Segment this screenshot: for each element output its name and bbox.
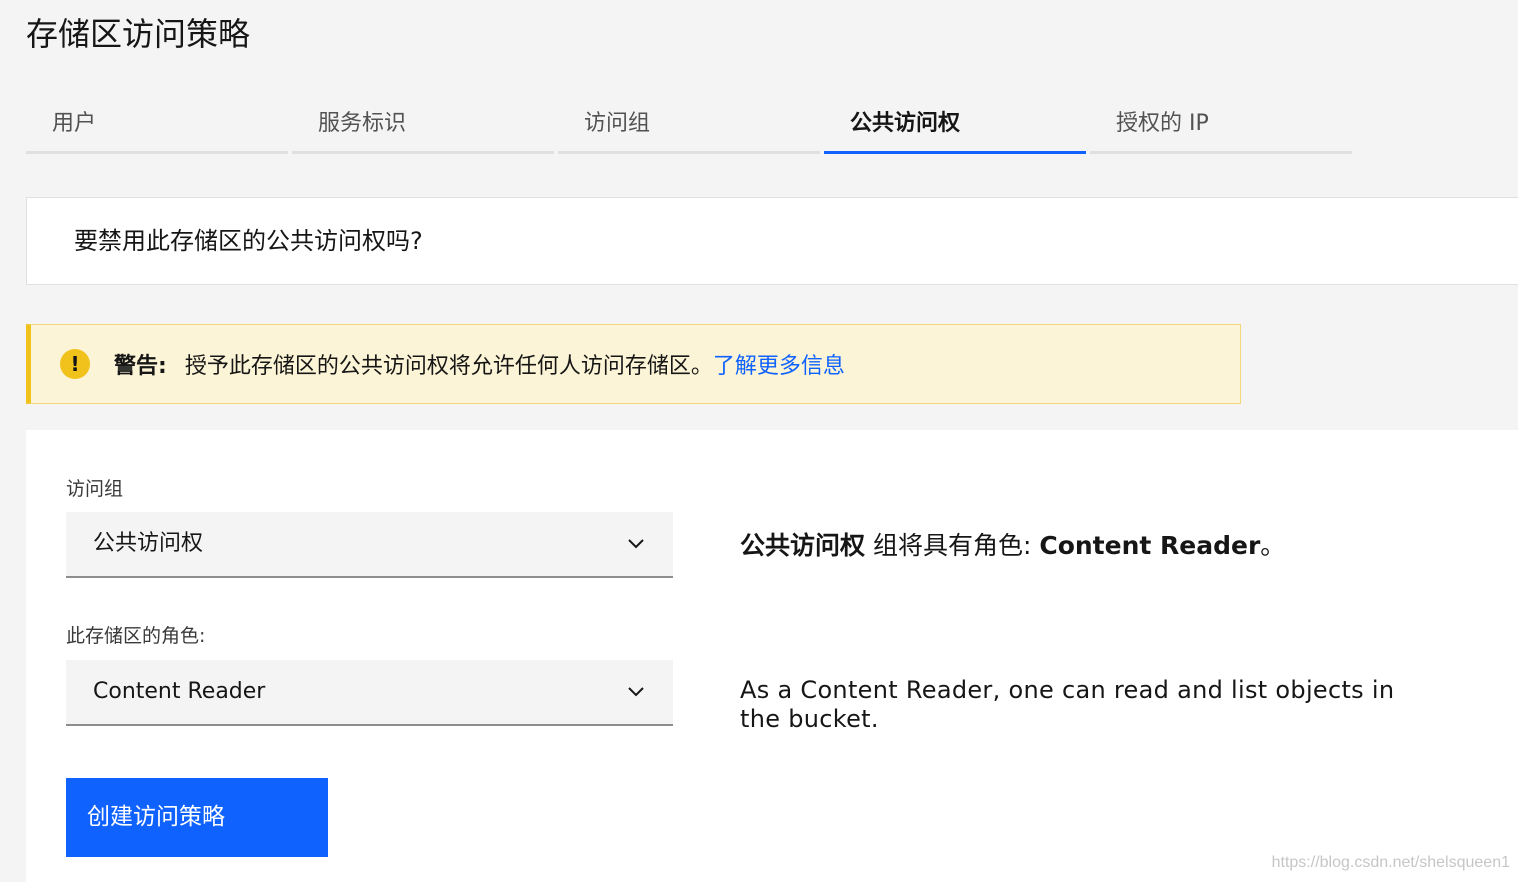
question-text: 要禁用此存储区的公共访问权吗? bbox=[74, 227, 423, 255]
tab-access-groups[interactable]: 访问组 bbox=[558, 96, 820, 154]
group-role-description: 公共访问权 组将具有角色: Content Reader。 bbox=[740, 526, 1285, 562]
bucket-role-select[interactable]: Content Reader bbox=[66, 660, 673, 726]
bucket-role-value: Content Reader bbox=[93, 679, 266, 704]
group-desc-text: 组将具有角色: bbox=[865, 531, 1040, 560]
page-title: 存储区访问策略 bbox=[26, 15, 251, 53]
warning-notification: ! 警告: 授予此存储区的公共访问权将允许任何人访问存储区。 了解更多信息 bbox=[26, 324, 1241, 404]
chevron-down-icon bbox=[628, 539, 644, 549]
tab-public-access[interactable]: 公共访问权 bbox=[824, 96, 1086, 154]
tab-bar: 用户 服务标识 访问组 公共访问权 授权的 IP bbox=[26, 96, 1352, 154]
create-access-policy-button[interactable]: 创建访问策略 bbox=[66, 778, 328, 857]
watermark: https://blog.csdn.net/shelsqueen1 bbox=[1271, 854, 1510, 871]
access-group-label: 访问组 bbox=[66, 478, 124, 500]
tab-users[interactable]: 用户 bbox=[26, 96, 288, 154]
tab-service-ids[interactable]: 服务标识 bbox=[292, 96, 554, 154]
learn-more-link[interactable]: 了解更多信息 bbox=[713, 348, 845, 380]
group-desc-role: Content Reader bbox=[1039, 531, 1261, 560]
disable-public-access-card[interactable]: 要禁用此存储区的公共访问权吗? bbox=[26, 197, 1518, 285]
warning-title: 警告: bbox=[114, 354, 167, 379]
access-group-select[interactable]: 公共访问权 bbox=[66, 512, 673, 578]
tab-authorized-ips[interactable]: 授权的 IP bbox=[1090, 96, 1352, 154]
group-desc-end: 。 bbox=[1260, 531, 1286, 560]
bucket-role-label: 此存储区的角色: bbox=[66, 625, 206, 647]
warning-icon: ! bbox=[60, 349, 90, 379]
chevron-down-icon bbox=[628, 687, 644, 697]
group-desc-name: 公共访问权 bbox=[740, 531, 866, 560]
access-policy-form: 访问组 公共访问权 公共访问权 组将具有角色: Content Reader。 … bbox=[26, 430, 1518, 882]
warning-message: 授予此存储区的公共访问权将允许任何人访问存储区。 bbox=[184, 354, 713, 379]
access-group-value: 公共访问权 bbox=[93, 531, 204, 556]
role-description: As a Content Reader, one can read and li… bbox=[740, 676, 1395, 733]
